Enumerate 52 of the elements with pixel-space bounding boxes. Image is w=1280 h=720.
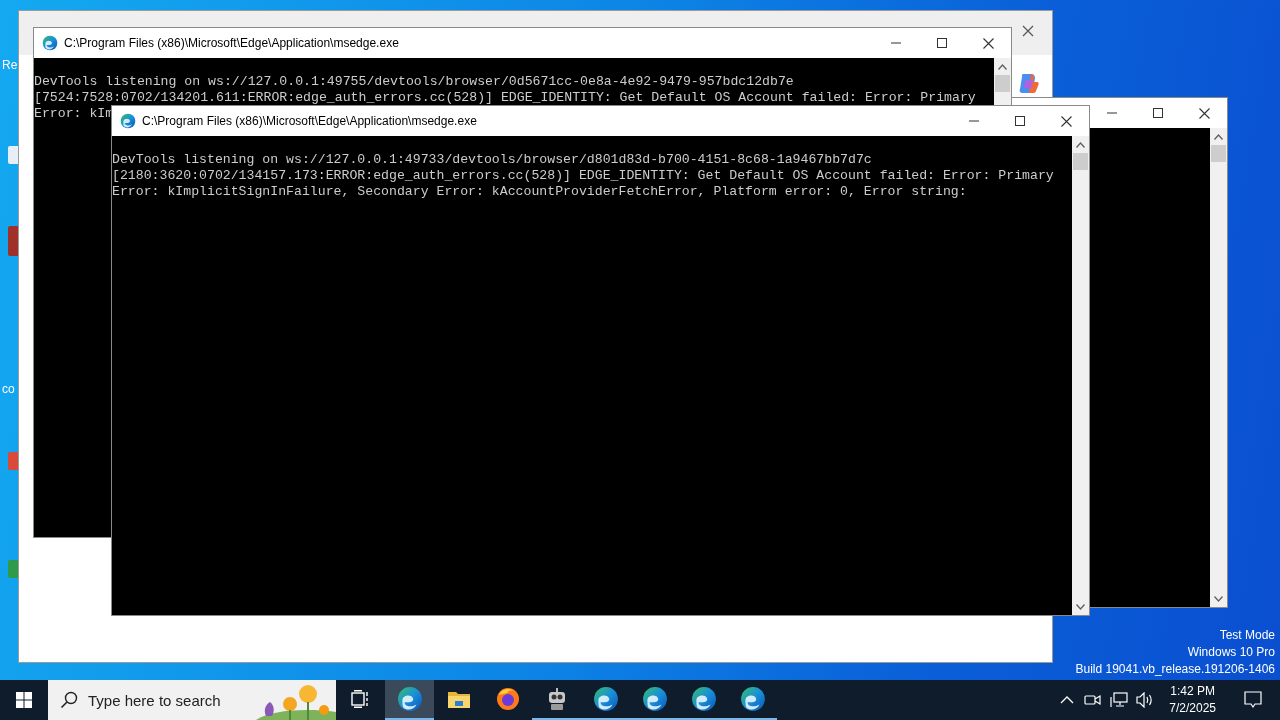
system-notice: Windows 10 Pro (1187, 644, 1275, 661)
camera-icon[interactable] (1084, 692, 1103, 708)
search-field[interactable]: Type here to search (48, 680, 336, 720)
browser-icon[interactable] (592, 686, 619, 712)
console-line: DevTools listening on ws://127.0.0.1:49733/devtools/browser/d801d83d-b700-4151-8c68-1a9467bb7d7c (112, 152, 872, 168)
console-line: Error: kImplicitSignInFailure, Secondary Error: kAccountProviderFetchError, Platform error: 0, Error string: (112, 184, 967, 200)
search-icon (60, 691, 78, 709)
console-line: [7524:7528:0702/134201.611:ERROR:edge_auth_errors.cc(528)] EDGE_IDENTITY: Get Default OS Account failed: Error: Primary (34, 90, 976, 106)
scrollbar[interactable] (1072, 136, 1089, 615)
system-notice: Build 19041.vb_release.191206-1406 (1075, 661, 1275, 678)
close-icon (982, 37, 994, 49)
scroll-thumb[interactable] (995, 75, 1010, 92)
console-line: DevTools listening on ws://127.0.0.1:49755/devtools/browser/0d5671cc-0e8a-4e92-9479-957bdc12db7e (34, 74, 794, 90)
minimize-icon (1107, 112, 1117, 114)
maximize-icon (1153, 108, 1163, 118)
copilot-icon[interactable] (1017, 71, 1041, 95)
browser-icon (42, 35, 58, 51)
minimize-icon (969, 120, 979, 122)
desktop-icon-label: Re (2, 58, 18, 72)
browser-icon (120, 113, 136, 129)
scroll-thumb[interactable] (1073, 153, 1088, 170)
browser-icon[interactable] (396, 686, 423, 712)
system-notice: Test Mode (1219, 627, 1275, 644)
network-icon[interactable] (1110, 692, 1129, 708)
scroll-up-icon[interactable] (998, 63, 1007, 70)
notification-icon (1244, 691, 1262, 709)
close-icon (1060, 115, 1072, 127)
scroll-down-icon[interactable] (1214, 595, 1223, 602)
window-title: C:\Program Files (x86)\Microsoft\Edge\Application\msedge.exe (64, 36, 399, 50)
task-view-icon[interactable] (350, 690, 371, 708)
volume-icon[interactable] (1136, 692, 1155, 708)
maximize-icon (1015, 116, 1025, 126)
scroll-thumb[interactable] (1211, 145, 1226, 162)
clock[interactable]: 1:42 PM 7/2/2025 (1161, 683, 1224, 717)
taskbar-app-button[interactable] (385, 680, 434, 720)
chevron-up-icon[interactable] (1060, 696, 1075, 704)
desktop-icon-label: co (2, 382, 15, 396)
window-title: C:\Program Files (x86)\Microsoft\Edge\Application\msedge.exe (142, 114, 477, 128)
close-icon (1198, 107, 1210, 119)
scroll-up-icon[interactable] (1076, 141, 1085, 148)
browser-icon[interactable] (739, 686, 766, 712)
windows-logo-icon (16, 692, 32, 708)
scroll-down-icon[interactable] (1076, 603, 1085, 610)
minimize-icon (891, 42, 901, 44)
close-icon (1022, 25, 1034, 37)
firefox-icon[interactable] (495, 687, 520, 711)
maximize-icon (937, 38, 947, 48)
folder-icon[interactable] (446, 689, 471, 709)
scroll-up-icon[interactable] (1214, 133, 1223, 140)
console-line: [2180:3620:0702/134157.173:ERROR:edge_auth_errors.cc(528)] EDGE_IDENTITY: Get Default OS Account failed: Error: Primary (112, 168, 1054, 184)
browser-icon[interactable] (690, 686, 717, 712)
browser-icon[interactable] (641, 686, 668, 712)
